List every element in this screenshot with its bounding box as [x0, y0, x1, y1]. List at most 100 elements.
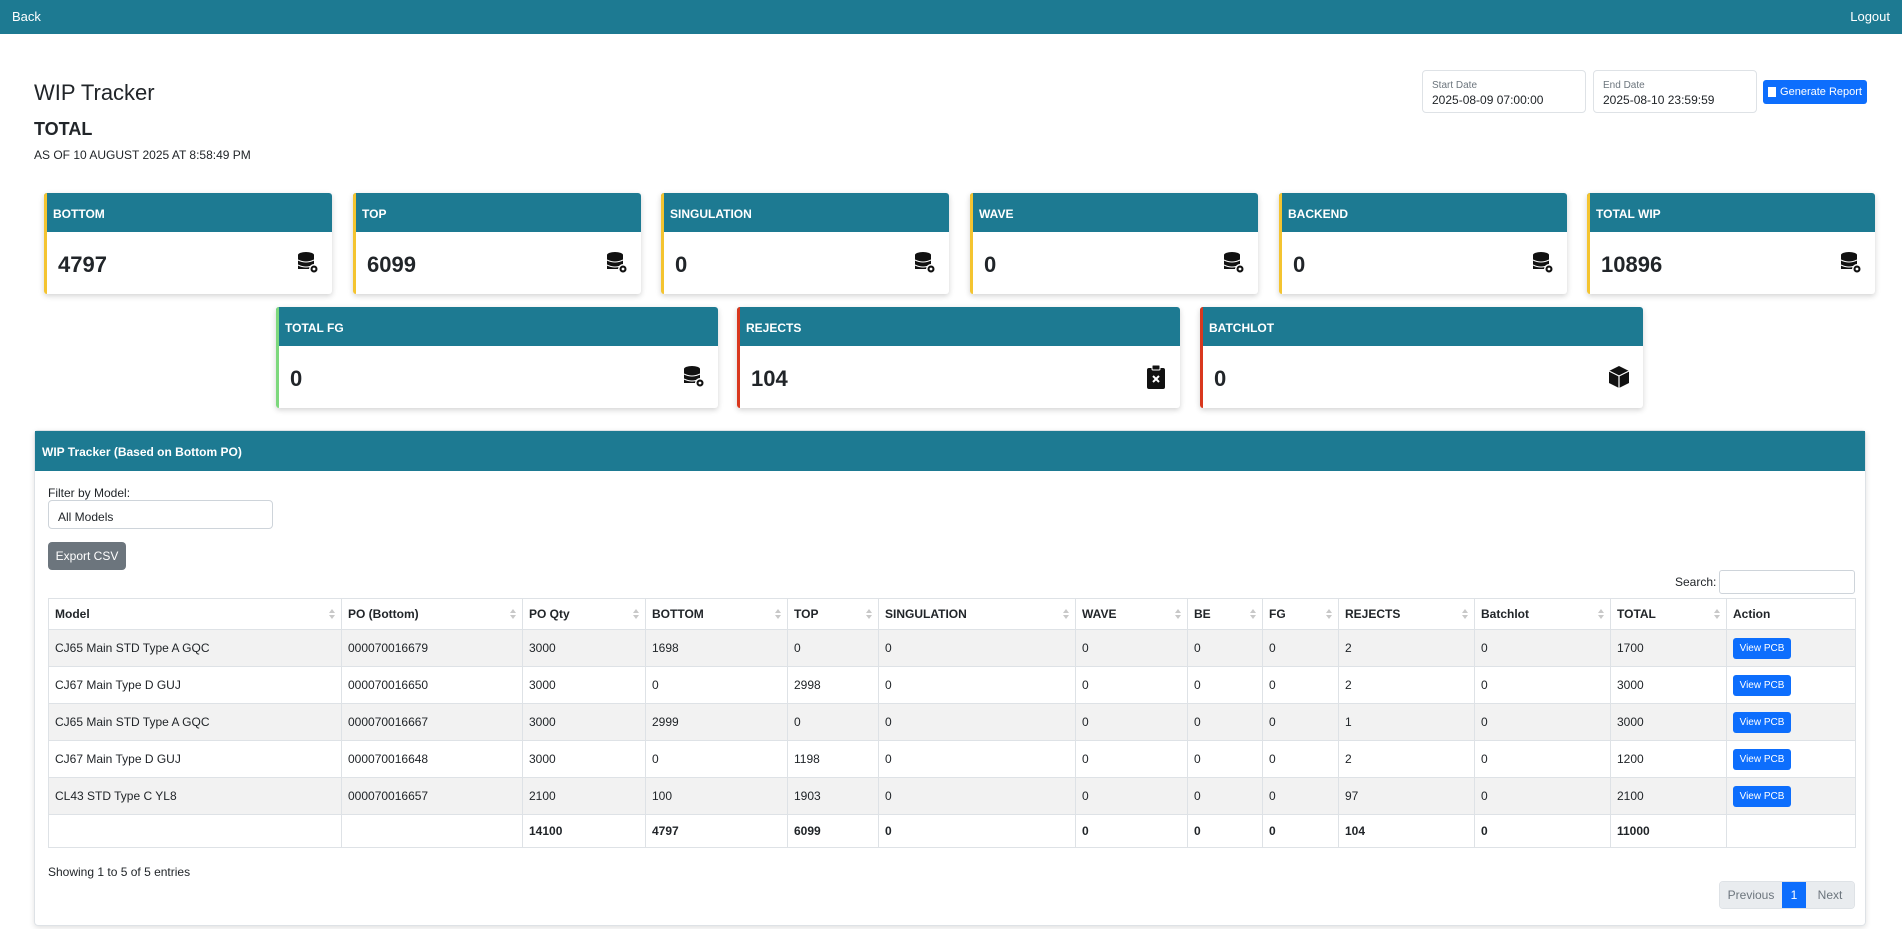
stat-card-bottom: BOTTOM 4797: [44, 193, 332, 294]
column-header[interactable]: PO Qty: [522, 598, 646, 630]
logout-link[interactable]: Logout: [1850, 9, 1890, 24]
stat-card-accent: [970, 193, 973, 294]
table-cell: 0: [1187, 629, 1263, 667]
sort-icon: [775, 609, 781, 620]
table-cell: 0: [1474, 777, 1611, 815]
table-row: CL43 STD Type C YL8 000070016657 2100 100 19…: [48, 777, 1856, 815]
table-cell: 000070016650: [341, 666, 523, 704]
table-cell: 000070016679: [341, 629, 523, 667]
stat-card-accent: [276, 307, 279, 408]
table-cell: 1903: [787, 777, 879, 815]
stat-card-value: 0: [984, 252, 997, 277]
total-cell: [1726, 814, 1856, 848]
table-cell: 0: [1262, 740, 1339, 778]
stat-card-rejects: REJECTS 104: [737, 307, 1180, 408]
total-cell: 6099: [787, 814, 879, 848]
sort-icon: [329, 609, 335, 620]
table-cell: 0: [645, 666, 788, 704]
back-link[interactable]: Back: [12, 9, 41, 24]
stat-card-title: WAVE: [970, 193, 1258, 232]
database-gear-icon: [913, 250, 937, 276]
table-header-row: Model PO (Bottom) PO Qty BOTTOM TOP SINGULATI…: [48, 598, 1856, 630]
end-date-field[interactable]: End Date 2025-08-10 23:59:59: [1593, 70, 1757, 113]
view-pcb-button[interactable]: View PCB: [1733, 748, 1791, 770]
column-header[interactable]: BE: [1187, 598, 1263, 630]
start-date-field[interactable]: Start Date 2025-08-09 07:00:00: [1422, 70, 1586, 113]
table-row: CJ67 Main Type D GUJ 000070016648 3000 0 119…: [48, 740, 1856, 778]
sort-icon: [1598, 609, 1604, 620]
table-cell: 0: [1187, 777, 1263, 815]
column-header[interactable]: Model: [48, 598, 342, 630]
generate-report-button[interactable]: Generate Report: [1763, 80, 1867, 104]
table-cell: 0: [878, 629, 1076, 667]
stat-card-accent: [44, 193, 47, 294]
stat-card-backend: BACKEND 0: [1279, 193, 1567, 294]
next-page-button[interactable]: Next: [1806, 882, 1854, 908]
stat-card-singulation: SINGULATION 0: [661, 193, 949, 294]
table-cell: 3000: [522, 629, 646, 667]
generate-report-label: Generate Report: [1780, 86, 1862, 98]
total-cell: 0: [1474, 814, 1611, 848]
stat-card-value: 10896: [1601, 252, 1663, 277]
stat-card-top: TOP 6099: [353, 193, 641, 294]
column-header[interactable]: FG: [1262, 598, 1339, 630]
total-cell: 0: [1075, 814, 1188, 848]
stat-card-accent: [1279, 193, 1282, 294]
stat-card-title: TOP: [353, 193, 641, 232]
search-input[interactable]: [1719, 570, 1855, 594]
table-cell: 97: [1338, 777, 1475, 815]
top-navbar: Back Logout: [0, 0, 1902, 34]
model-filter-select[interactable]: All Models: [48, 500, 273, 529]
table-cell: 0: [787, 703, 879, 741]
stat-card-title: SINGULATION: [661, 193, 949, 232]
table-cell: CJ65 Main STD Type A GQC: [48, 703, 342, 741]
column-header[interactable]: REJECTS: [1338, 598, 1475, 630]
table-cell: 0: [1262, 703, 1339, 741]
stat-card-title: REJECTS: [737, 307, 1180, 346]
database-gear-icon: [682, 364, 706, 390]
page-1-button[interactable]: 1: [1782, 882, 1806, 908]
column-header[interactable]: PO (Bottom): [341, 598, 523, 630]
table-cell: 1198: [787, 740, 879, 778]
table-cell: 100: [645, 777, 788, 815]
search-label: Search:: [1675, 575, 1717, 589]
table-cell: CJ67 Main Type D GUJ: [48, 666, 342, 704]
stat-card-accent: [1200, 307, 1203, 408]
column-header[interactable]: TOTAL: [1610, 598, 1727, 630]
total-cell: 11000: [1610, 814, 1727, 848]
previous-page-button[interactable]: Previous: [1720, 882, 1782, 908]
table-cell: 1: [1338, 703, 1475, 741]
view-pcb-button[interactable]: View PCB: [1733, 711, 1791, 733]
clipboard-x-icon: [1144, 364, 1168, 390]
sort-icon: [1175, 609, 1181, 620]
column-header[interactable]: BOTTOM: [645, 598, 788, 630]
stat-card-batchlot: BATCHLOT 0: [1200, 307, 1643, 408]
column-header[interactable]: SINGULATION: [878, 598, 1076, 630]
column-header[interactable]: Batchlot: [1474, 598, 1611, 630]
action-cell: View PCB: [1726, 666, 1856, 704]
stat-card-total-fg: TOTAL FG 0: [276, 307, 718, 408]
table-cell: CL43 STD Type C YL8: [48, 777, 342, 815]
sort-icon: [633, 609, 639, 620]
stat-card-title: BOTTOM: [44, 193, 332, 232]
start-date-value: 2025-08-09 07:00:00: [1432, 93, 1544, 107]
action-cell: View PCB: [1726, 777, 1856, 815]
database-gear-icon: [1222, 250, 1246, 276]
table-cell: 3000: [522, 740, 646, 778]
sort-icon: [510, 609, 516, 620]
sort-icon: [1326, 609, 1332, 620]
export-csv-button[interactable]: Export CSV: [48, 542, 126, 570]
table-cell: 0: [1075, 666, 1188, 704]
column-header[interactable]: TOP: [787, 598, 879, 630]
view-pcb-button[interactable]: View PCB: [1733, 674, 1791, 696]
view-pcb-button[interactable]: View PCB: [1733, 785, 1791, 807]
table-cell: 0: [1474, 629, 1611, 667]
action-cell: View PCB: [1726, 740, 1856, 778]
column-header[interactable]: WAVE: [1075, 598, 1188, 630]
view-pcb-button[interactable]: View PCB: [1733, 637, 1791, 659]
table-cell: 3000: [1610, 666, 1727, 704]
table-cell: 2: [1338, 666, 1475, 704]
stat-card-wave: WAVE 0: [970, 193, 1258, 294]
database-gear-icon: [1839, 250, 1863, 276]
page-title: WIP Tracker: [34, 80, 155, 105]
